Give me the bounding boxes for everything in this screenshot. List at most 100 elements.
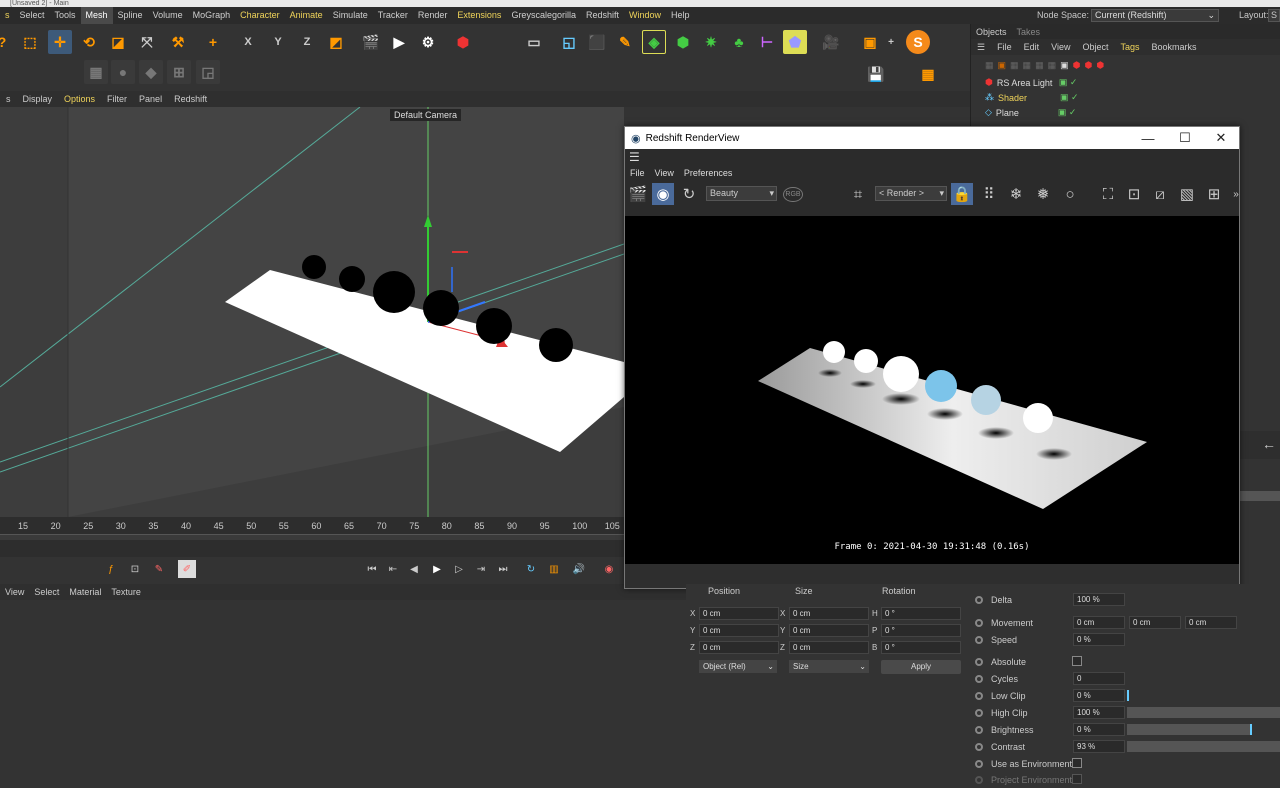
timeline-marker-icon[interactable]: ▥: [545, 560, 563, 578]
coord-field-rv[interactable]: 0 °: [881, 641, 961, 654]
help-icon[interactable]: ?: [0, 30, 14, 54]
dots-icon[interactable]: ▦: [1048, 60, 1057, 71]
apply-button[interactable]: Apply: [881, 660, 961, 674]
contrast-field[interactable]: 93 %: [1073, 740, 1125, 753]
prev-key-icon[interactable]: ⇤: [384, 560, 402, 578]
low-clip-slider[interactable]: [1127, 690, 1280, 701]
coord-field-sv[interactable]: 0 cm: [789, 607, 869, 620]
prev-frame-icon[interactable]: ◀: [405, 560, 423, 578]
high-clip-slider[interactable]: [1127, 707, 1280, 718]
folder-icon[interactable]: ▦: [1035, 60, 1044, 71]
material-manager[interactable]: [0, 600, 686, 784]
transform-tool-icon[interactable]: ⤧: [135, 30, 159, 54]
renderview-menu-file[interactable]: File: [625, 168, 650, 178]
object-icon[interactable]: ▣: [1060, 60, 1069, 71]
object-row[interactable]: ⬢ RS Area Light ▣ ✓: [971, 75, 1280, 90]
delta-field[interactable]: 100 %: [1073, 593, 1125, 606]
lock-z-axis-icon[interactable]: Z: [295, 30, 319, 54]
material-menu-material[interactable]: Material: [64, 587, 106, 597]
menu-item-character[interactable]: Character: [235, 7, 285, 24]
coord-field-pv[interactable]: 0 cm: [699, 607, 779, 620]
renderview-hamburger-icon[interactable]: ☰: [625, 149, 1239, 165]
menu-item-window[interactable]: Window: [624, 7, 666, 24]
sound-icon[interactable]: 🔊: [570, 560, 588, 578]
menu-item-animate[interactable]: Animate: [285, 7, 328, 24]
point-icon[interactable]: ◲: [196, 60, 220, 84]
region-icon[interactable]: ⛶: [1097, 183, 1119, 205]
animate-dot-icon[interactable]: [975, 760, 983, 768]
use-env-checkbox[interactable]: [1072, 758, 1082, 768]
menu-item-help[interactable]: Help: [666, 7, 695, 24]
object-row[interactable]: ◇ Plane ▣ ✓: [971, 105, 1280, 120]
coord-field-rv[interactable]: 0 °: [881, 624, 961, 637]
filter-icon[interactable]: ▦: [985, 60, 994, 71]
lock-icon[interactable]: 🔒: [951, 183, 973, 205]
material-menu-select[interactable]: Select: [29, 587, 64, 597]
add-icon[interactable]: +: [879, 30, 903, 54]
coord-field-sv[interactable]: 0 cm: [789, 641, 869, 654]
rotate-tool-icon[interactable]: ⟲: [77, 30, 101, 54]
minimize-icon[interactable]: —: [1130, 129, 1166, 147]
live-select-icon[interactable]: ⬚: [18, 30, 42, 54]
lock-x-axis-icon[interactable]: X: [236, 30, 260, 54]
menu-item-greyscalegorilla[interactable]: Greyscalegorilla: [506, 7, 581, 24]
node-space-dropdown[interactable]: Current (Redshift) ⌄: [1091, 9, 1219, 22]
array-icon[interactable]: ⬢: [671, 30, 695, 54]
start-render-icon[interactable]: ◉: [652, 183, 674, 205]
menu-item-tools[interactable]: Tools: [50, 7, 81, 24]
rs-tag2-icon[interactable]: ⬢: [1084, 60, 1092, 71]
menu-item-redshift[interactable]: Redshift: [581, 7, 624, 24]
key-properties-icon[interactable]: ✐: [178, 560, 196, 578]
menu-item-volume[interactable]: Volume: [148, 7, 188, 24]
brightness-field[interactable]: 0 %: [1073, 723, 1125, 736]
record-icon[interactable]: ◉: [600, 560, 618, 578]
more-icon[interactable]: »: [1225, 183, 1247, 205]
object-row[interactable]: ⁂ Shader ▣ ✓: [971, 90, 1280, 105]
crop-icon[interactable]: ⌗: [847, 183, 869, 205]
menu-item-extensions[interactable]: Extensions: [452, 7, 506, 24]
rs-tag3-icon[interactable]: ⬢: [1096, 60, 1104, 71]
size-mode-dropdown[interactable]: Size ⌄: [789, 660, 869, 673]
coord-field-pv[interactable]: 0 cm: [699, 641, 779, 654]
rs-tag-icon[interactable]: ⬢: [1073, 60, 1081, 71]
lock-y-axis-icon[interactable]: Y: [266, 30, 290, 54]
coord-field-rv[interactable]: 0 °: [881, 607, 961, 620]
freeze-all-icon[interactable]: ❅: [1032, 183, 1054, 205]
menu-item-simulate[interactable]: Simulate: [328, 7, 373, 24]
menu-item-mograph[interactable]: MoGraph: [188, 7, 236, 24]
menu-item-render[interactable]: Render: [413, 7, 453, 24]
visibility-check-icon[interactable]: ▣ ✓: [1059, 77, 1078, 88]
tab-takes[interactable]: Takes: [1012, 27, 1046, 37]
animate-dot-icon[interactable]: [975, 619, 983, 627]
render-image[interactable]: Frame 0: 2021-04-30 19:31:48 (0.16s): [625, 216, 1239, 564]
redshift-icon[interactable]: ⬢: [451, 30, 475, 54]
timeline[interactable]: 15 20 25 30 35 40 45 50 55 60 65 70 75 80 85 90 95 100 105: [0, 517, 624, 557]
viewport-3d[interactable]: Default Camera: [0, 107, 624, 517]
low-clip-field[interactable]: 0 %: [1073, 689, 1125, 702]
material-menu-view[interactable]: View: [0, 587, 29, 597]
viewport-menu-filter[interactable]: Filter: [101, 94, 133, 104]
objects-menu-tags[interactable]: Tags: [1114, 42, 1145, 52]
movement-z-field[interactable]: 0 cm: [1185, 616, 1237, 629]
grid-icon[interactable]: ⠿: [978, 183, 1000, 205]
material-menu-texture[interactable]: Texture: [106, 587, 146, 597]
objects-menu-object[interactable]: Object: [1076, 42, 1114, 52]
menu-item-select[interactable]: Select: [15, 7, 50, 24]
search-icon[interactable]: ▦: [1023, 60, 1032, 71]
movement-x-field[interactable]: 0 cm: [1073, 616, 1125, 629]
edge-icon[interactable]: ⊞: [167, 60, 191, 84]
animate-dot-icon[interactable]: [975, 692, 983, 700]
animate-dot-icon[interactable]: [975, 709, 983, 717]
absolute-checkbox[interactable]: [1072, 656, 1082, 666]
menu-item-tracker[interactable]: Tracker: [373, 7, 413, 24]
next-key-icon[interactable]: ⇥: [472, 560, 490, 578]
layout-dropdown[interactable]: S: [1268, 9, 1280, 22]
snapshot-icon[interactable]: ▧: [1176, 183, 1198, 205]
animate-dot-icon[interactable]: [975, 675, 983, 683]
animate-dot-icon[interactable]: [975, 726, 983, 734]
next-frame-icon[interactable]: ▷: [450, 560, 468, 578]
camera-icon[interactable]: 🎥: [819, 30, 843, 54]
animate-dot-icon[interactable]: [975, 743, 983, 751]
viewport-menu-display[interactable]: Display: [17, 94, 59, 104]
viewport-menu-redshift[interactable]: Redshift: [168, 94, 213, 104]
